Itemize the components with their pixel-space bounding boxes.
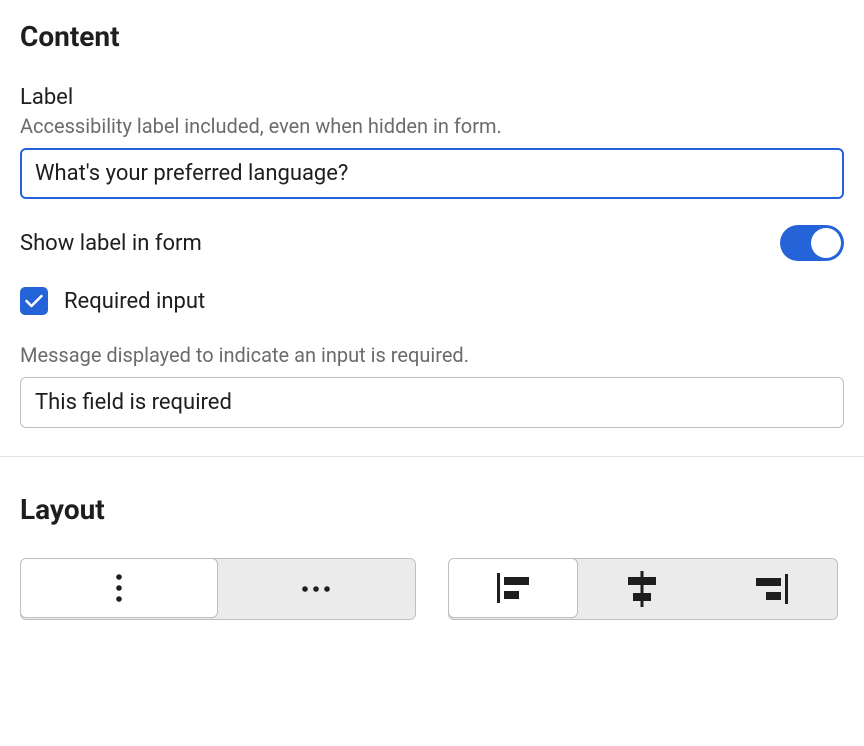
required-input-label: Required input (64, 289, 205, 314)
align-end-button[interactable] (707, 559, 837, 619)
align-start-icon (497, 573, 529, 603)
section-divider (0, 456, 864, 457)
content-heading: Content (20, 20, 844, 53)
alignment-segmented (448, 558, 838, 620)
show-label-label: Show label in form (20, 231, 202, 256)
layout-heading: Layout (20, 493, 844, 526)
required-message-block: Message displayed to indicate an input i… (20, 343, 844, 428)
check-icon (25, 294, 43, 308)
align-start-button[interactable] (448, 558, 578, 618)
dots-horizontal-icon (301, 585, 331, 593)
required-input-checkbox[interactable] (20, 287, 48, 315)
layout-controls (20, 558, 844, 620)
label-field-label: Label (20, 85, 844, 110)
label-input[interactable] (20, 148, 844, 199)
toggle-knob-icon (811, 228, 841, 258)
align-center-button[interactable] (577, 559, 707, 619)
required-message-input[interactable] (20, 377, 844, 428)
required-message-help: Message displayed to indicate an input i… (20, 343, 844, 367)
dots-vertical-icon (115, 573, 123, 603)
required-input-row: Required input (20, 287, 844, 315)
orientation-horizontal-button[interactable] (217, 559, 415, 619)
orientation-segmented (20, 558, 416, 620)
orientation-vertical-button[interactable] (20, 558, 218, 618)
label-field-block: Label Accessibility label included, even… (20, 85, 844, 199)
show-label-row: Show label in form (20, 225, 844, 261)
label-field-help: Accessibility label included, even when … (20, 114, 844, 138)
align-center-icon (628, 571, 656, 607)
align-end-icon (756, 574, 788, 604)
show-label-toggle[interactable] (780, 225, 844, 261)
